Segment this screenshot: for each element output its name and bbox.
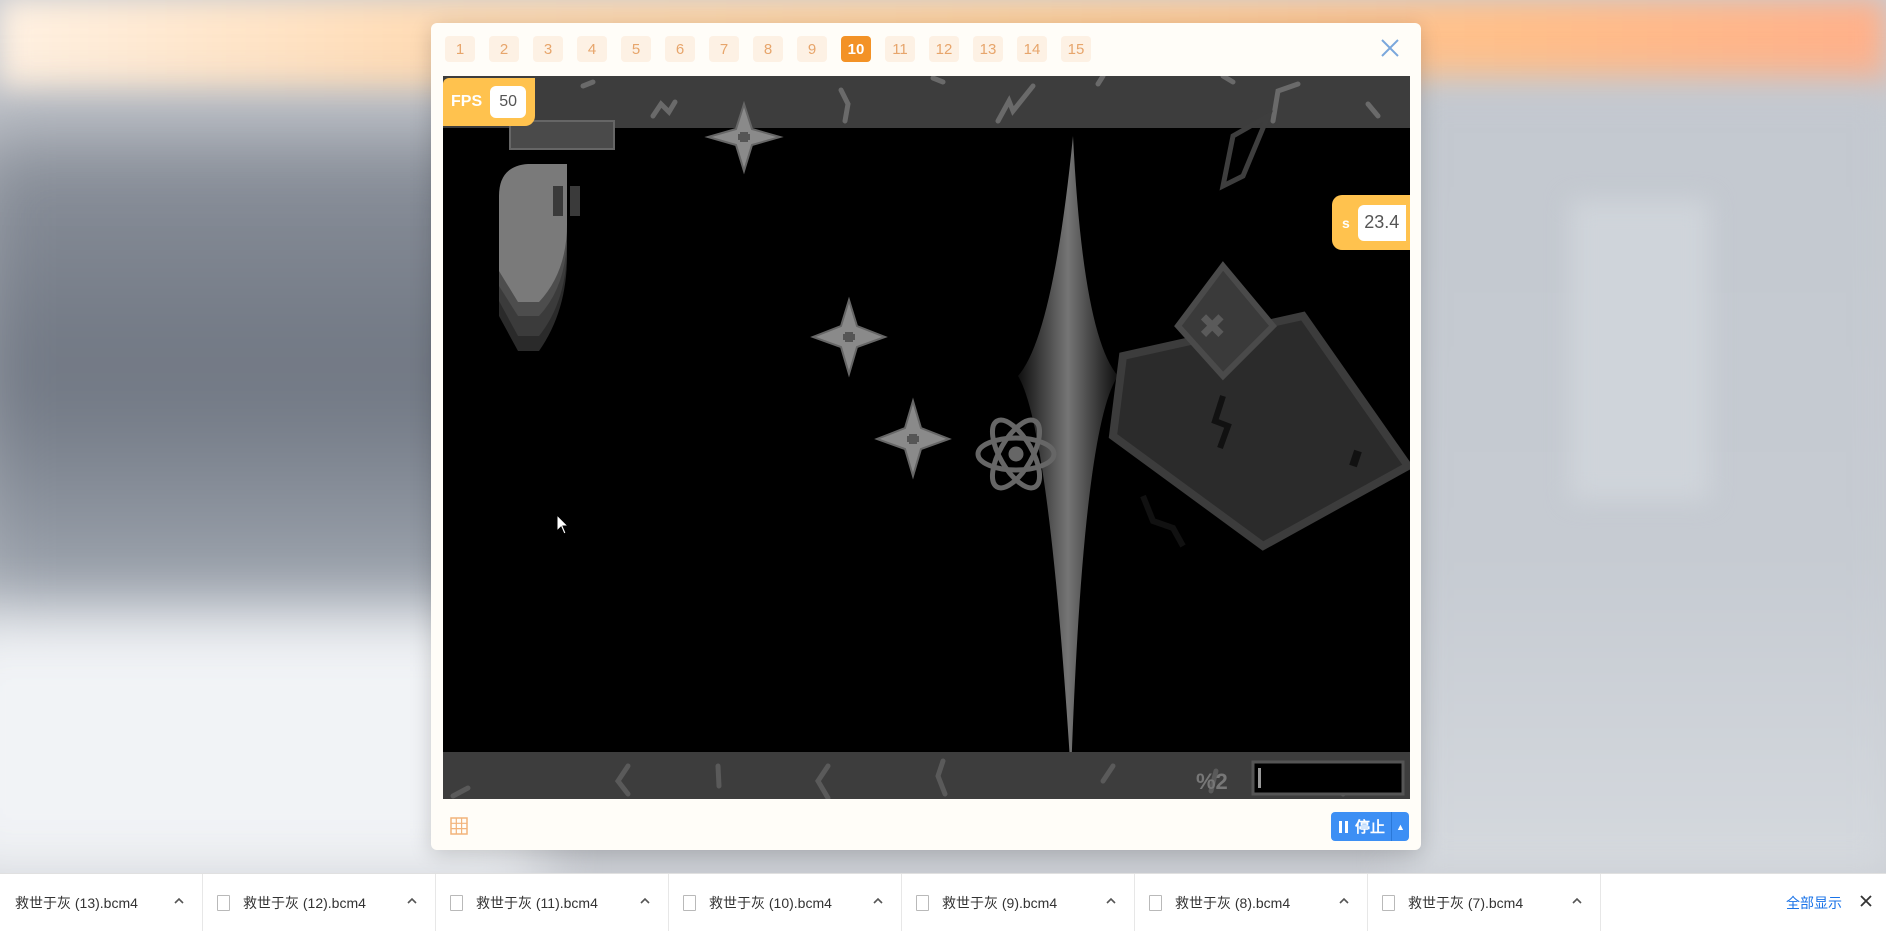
variable-value: 23.4 bbox=[1357, 204, 1406, 241]
download-item[interactable]: 救世于灰 (10).bcm4 bbox=[669, 874, 902, 931]
download-filename: 救世于灰 (7).bcm4 bbox=[1408, 894, 1524, 911]
download-filename: 救世于灰 (11).bcm4 bbox=[476, 894, 598, 911]
fps-badge: FPS 50 bbox=[443, 78, 535, 126]
download-item[interactable]: 救世于灰 (8).bcm4 bbox=[1135, 874, 1368, 931]
download-filename: 救世于灰 (8).bcm4 bbox=[1175, 894, 1291, 911]
tab-5[interactable]: 5 bbox=[621, 36, 651, 62]
tab-2[interactable]: 2 bbox=[489, 36, 519, 62]
chevron-up-icon[interactable] bbox=[1570, 894, 1584, 908]
stop-divider bbox=[1391, 812, 1393, 841]
downloads-bar: 救世于灰 (13).bcm4 救世于灰 (12).bcm4 救世于灰 (11).… bbox=[0, 873, 1886, 931]
star-cores bbox=[738, 132, 919, 444]
pause-icon bbox=[1339, 820, 1349, 833]
download-item[interactable]: 救世于灰 (9).bcm4 bbox=[902, 874, 1135, 931]
close-icon[interactable] bbox=[1858, 893, 1874, 909]
chevron-up-icon[interactable] bbox=[405, 894, 419, 908]
fps-label: FPS bbox=[451, 93, 483, 110]
file-icon bbox=[450, 894, 463, 911]
file-icon bbox=[916, 894, 929, 911]
variable-label: s bbox=[1342, 214, 1350, 231]
tab-6[interactable]: 6 bbox=[665, 36, 695, 62]
ammo-bar-fill bbox=[1258, 768, 1261, 788]
download-item[interactable]: 救世于灰 (7).bcm4 bbox=[1368, 874, 1601, 931]
tab-15[interactable]: 15 bbox=[1061, 36, 1091, 62]
player-modal: 1 2 3 4 5 6 7 8 9 10 11 12 13 14 15 ✖ %2… bbox=[431, 23, 1421, 850]
tab-14[interactable]: 14 bbox=[1017, 36, 1047, 62]
grid-icon[interactable] bbox=[449, 816, 469, 836]
chevron-up-icon[interactable] bbox=[1104, 894, 1118, 908]
download-item[interactable]: 救世于灰 (12).bcm4 bbox=[203, 874, 436, 931]
chevron-up-icon[interactable] bbox=[172, 894, 186, 908]
tab-11[interactable]: 11 bbox=[885, 36, 915, 62]
show-all-link[interactable]: 全部显示 bbox=[1786, 893, 1842, 913]
variable-monitor: s 23.4 bbox=[1332, 195, 1410, 250]
tab-13[interactable]: 13 bbox=[973, 36, 1003, 62]
file-icon bbox=[683, 894, 696, 911]
file-icon bbox=[1382, 894, 1395, 911]
tab-12[interactable]: 12 bbox=[929, 36, 959, 62]
tab-3[interactable]: 3 bbox=[533, 36, 563, 62]
download-filename: 救世于灰 (12).bcm4 bbox=[243, 894, 366, 911]
close-icon[interactable] bbox=[1377, 35, 1403, 61]
diamond-enemy: ✖ bbox=[1108, 261, 1410, 551]
tab-7[interactable]: 7 bbox=[709, 36, 739, 62]
download-filename: 救世于灰 (13).bcm4 bbox=[15, 894, 138, 911]
fps-value: 50 bbox=[490, 86, 527, 118]
tab-4[interactable]: 4 bbox=[577, 36, 607, 62]
ammo-bar bbox=[1251, 760, 1405, 796]
chevron-up-icon[interactable] bbox=[871, 894, 885, 908]
chevron-up-icon[interactable]: ▲ bbox=[1396, 822, 1405, 832]
file-icon bbox=[1149, 894, 1162, 911]
tab-1[interactable]: 1 bbox=[445, 36, 475, 62]
chevron-up-icon[interactable] bbox=[638, 894, 652, 908]
stop-label: 停止 bbox=[1355, 819, 1386, 836]
game-canvas[interactable]: ✖ %2 bbox=[443, 76, 1410, 799]
file-icon bbox=[217, 894, 230, 911]
download-item[interactable]: 救世于灰 (11).bcm4 bbox=[436, 874, 669, 931]
level-tabs: 1 2 3 4 5 6 7 8 9 10 11 12 13 14 15 bbox=[445, 36, 1091, 62]
tab-8[interactable]: 8 bbox=[753, 36, 783, 62]
stop-button[interactable]: 停止 ▲ bbox=[1331, 812, 1409, 841]
cursor-icon bbox=[556, 514, 570, 535]
tab-9[interactable]: 9 bbox=[797, 36, 827, 62]
ammo-text: %2 bbox=[1196, 769, 1228, 794]
svg-text:✖: ✖ bbox=[1198, 308, 1227, 346]
chevron-up-icon[interactable] bbox=[1337, 894, 1351, 908]
download-filename: 救世于灰 (9).bcm4 bbox=[942, 894, 1058, 911]
player-ship bbox=[499, 164, 580, 351]
star-enemies bbox=[704, 100, 952, 480]
tab-10[interactable]: 10 bbox=[841, 36, 871, 62]
download-item[interactable]: 救世于灰 (13).bcm4 bbox=[0, 874, 203, 931]
download-filename: 救世于灰 (10).bcm4 bbox=[709, 894, 832, 911]
